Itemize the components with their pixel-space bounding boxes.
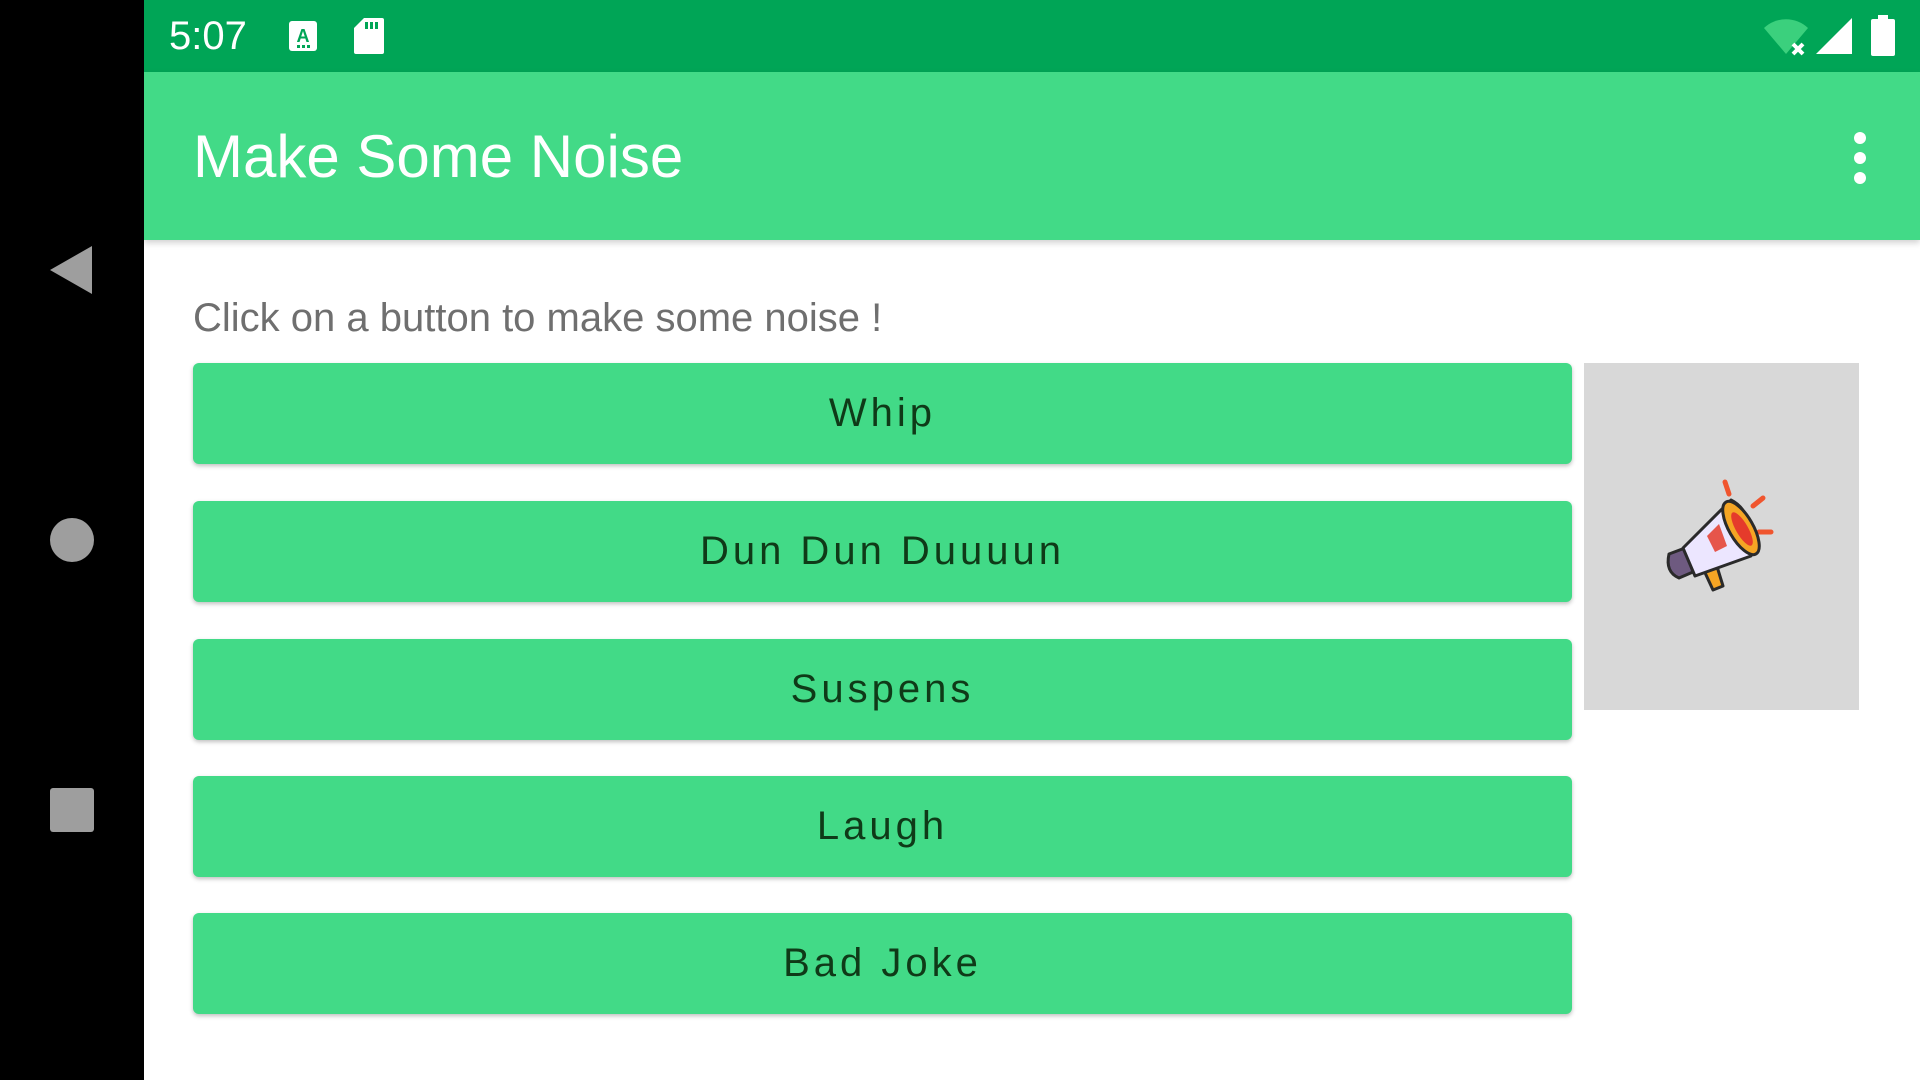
recents-button[interactable] — [36, 774, 108, 846]
home-button[interactable] — [36, 504, 108, 576]
status-time: 5:07 — [169, 14, 247, 58]
instruction-text: Click on a button to make some noise ! — [193, 296, 883, 340]
wifi-off-icon — [1763, 16, 1809, 56]
more-vert-icon — [1854, 132, 1866, 184]
suspens-button[interactable]: Suspens — [193, 639, 1572, 740]
sd-card-icon — [353, 16, 385, 56]
megaphone-icon — [1666, 479, 1773, 591]
device-screen: 5:07 A Make Some Noise Click on a button… — [0, 0, 1920, 1080]
megaphone-image — [1584, 363, 1859, 710]
signal-icon — [1814, 16, 1854, 56]
bad-joke-button[interactable]: Bad Joke — [193, 913, 1572, 1014]
status-bar: 5:07 A — [144, 0, 1920, 72]
app-bar: Make Some Noise — [144, 72, 1920, 240]
recents-icon — [50, 788, 94, 832]
battery-icon — [1870, 15, 1896, 56]
app-title: Make Some Noise — [193, 123, 684, 190]
svg-text:A: A — [297, 26, 310, 46]
overflow-menu-button[interactable] — [1834, 122, 1886, 194]
home-icon — [50, 518, 94, 562]
main-content: Click on a button to make some noise ! W… — [144, 240, 1920, 1080]
app-window: 5:07 A Make Some Noise Click on a button… — [144, 0, 1920, 1080]
navigation-bar — [0, 0, 144, 1080]
laugh-button[interactable]: Laugh — [193, 776, 1572, 877]
back-icon — [50, 246, 92, 294]
whip-button[interactable]: Whip — [193, 363, 1572, 464]
back-button[interactable] — [36, 234, 108, 306]
a-notification-icon: A — [288, 16, 318, 56]
dun-dun-duuuun-button[interactable]: Dun Dun Duuuun — [193, 501, 1572, 602]
